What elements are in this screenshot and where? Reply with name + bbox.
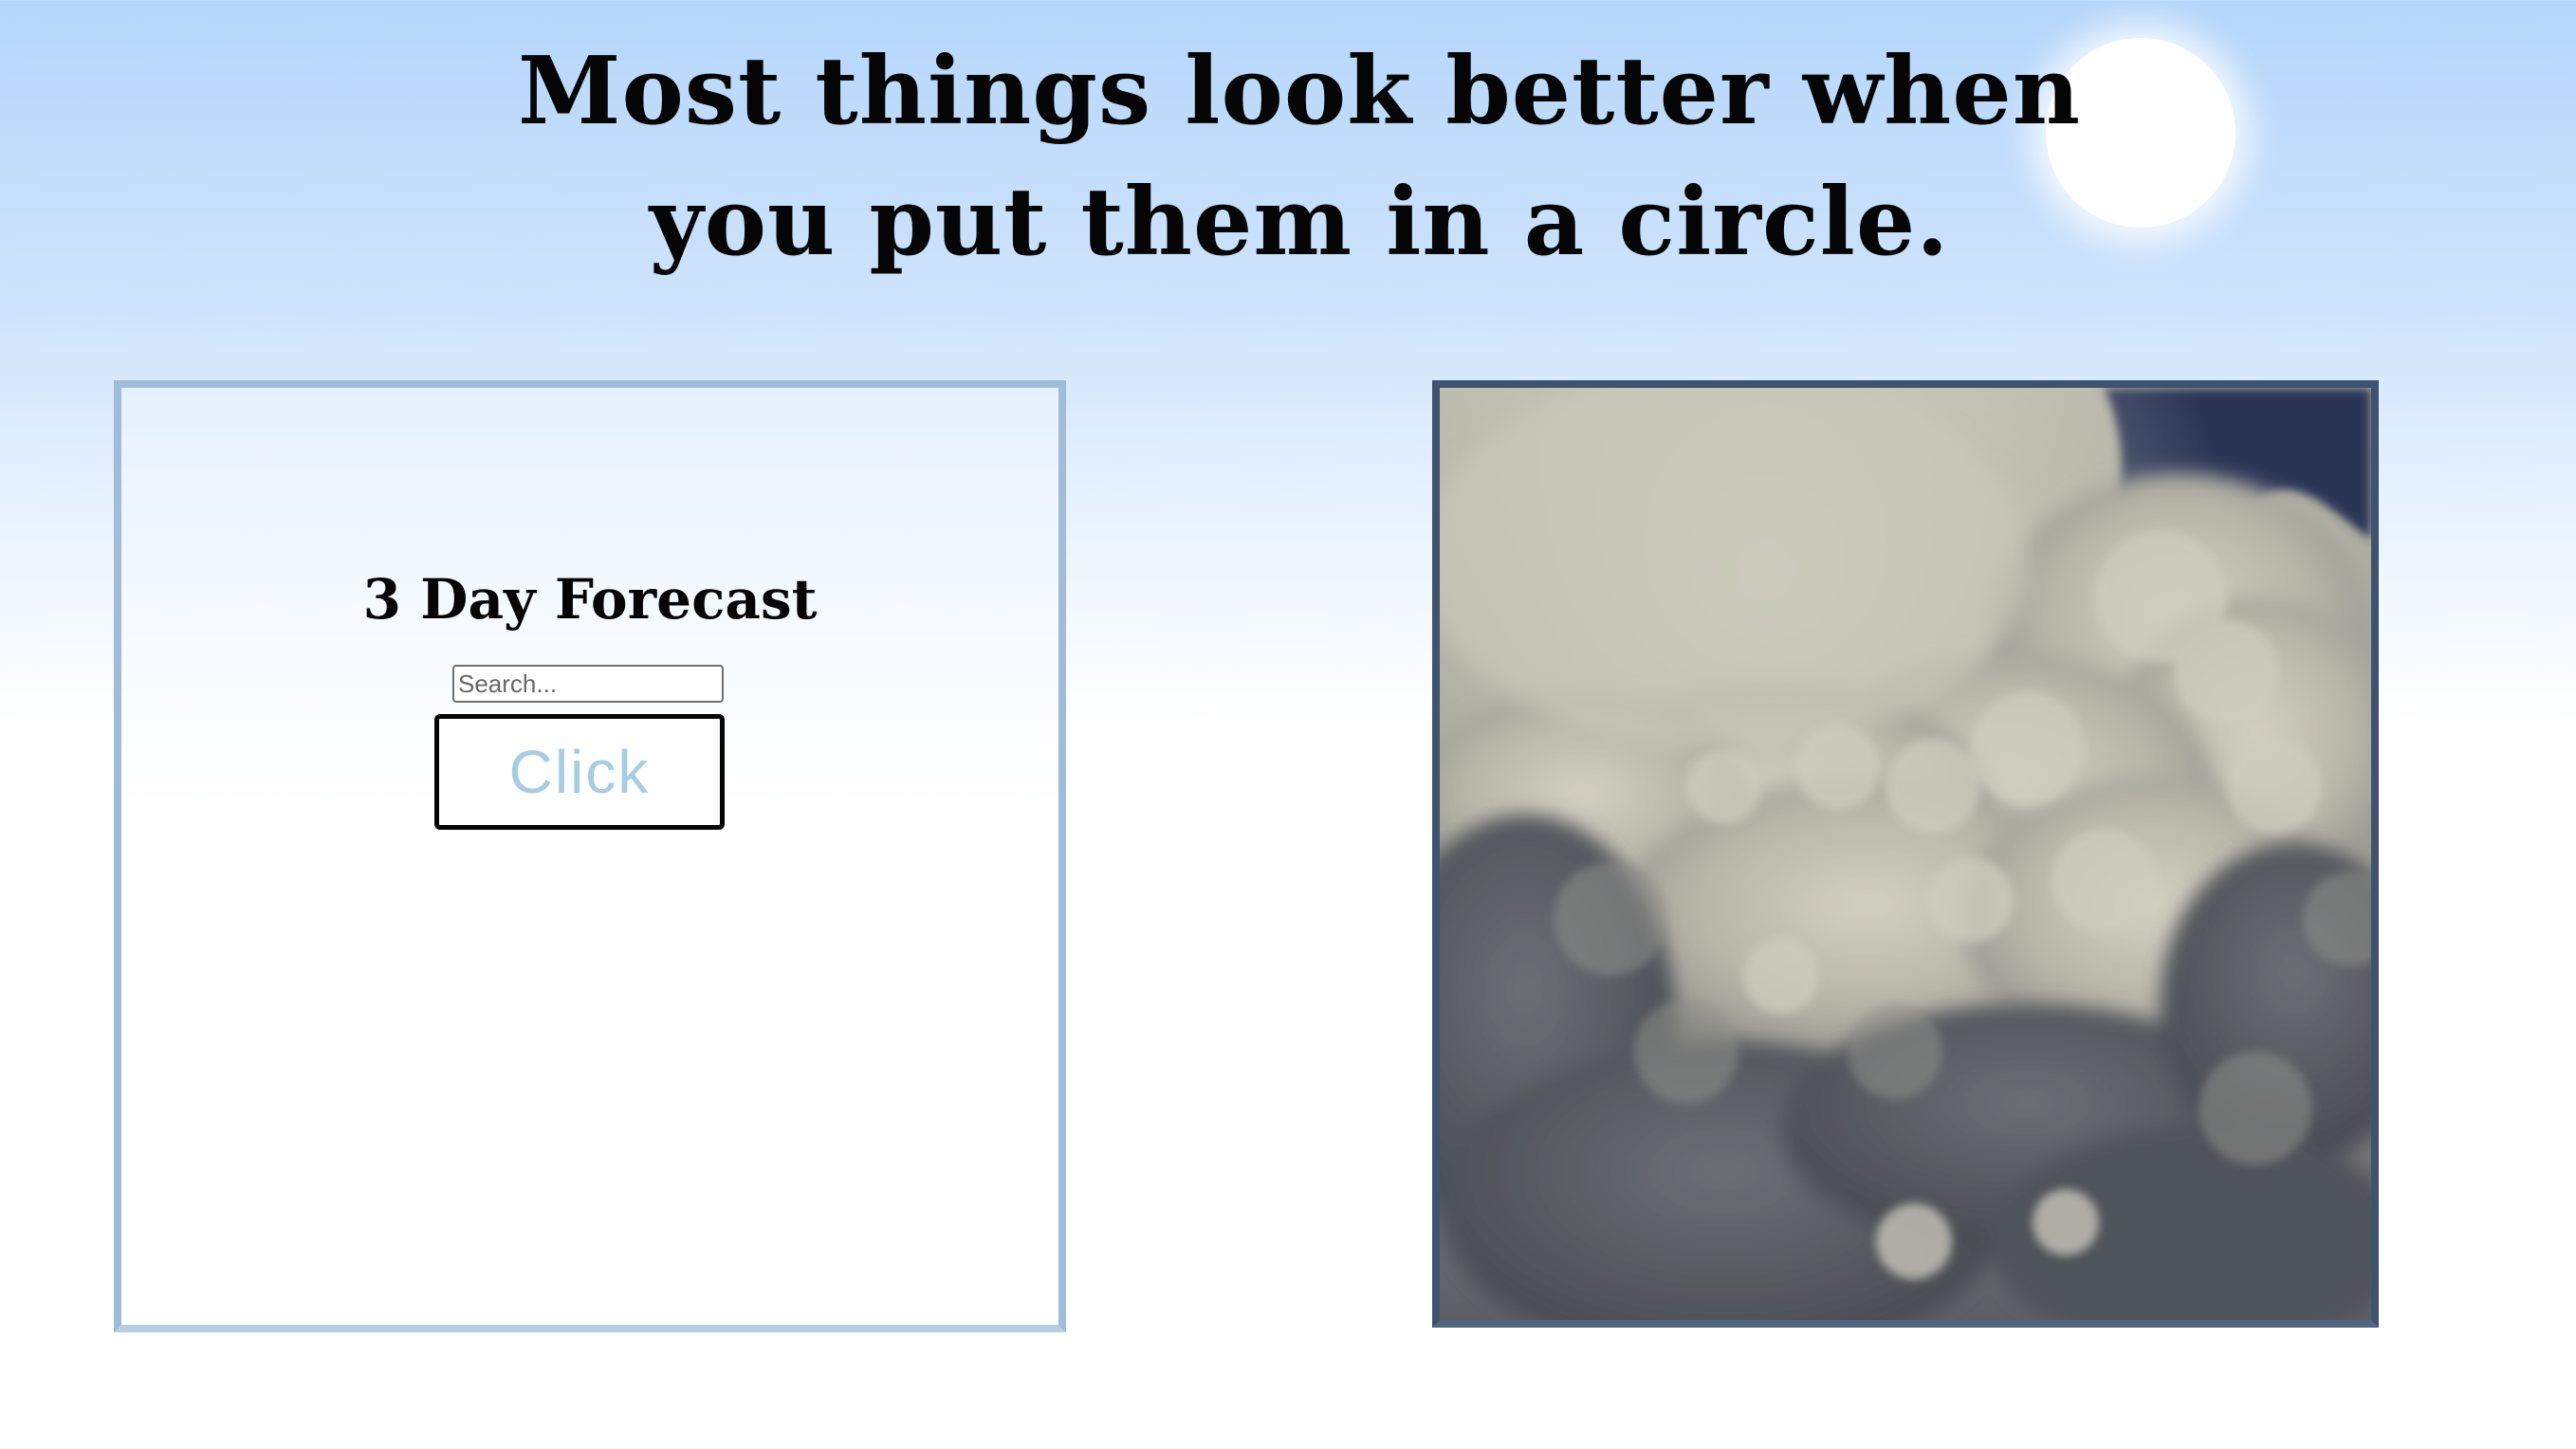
cloud-image-art	[1440, 388, 2371, 1320]
headline-line-1: Most things look better when	[518, 37, 2081, 146]
page-headline: Most things look better when you put the…	[0, 27, 2576, 288]
click-button[interactable]: Click	[434, 714, 725, 830]
search-input[interactable]	[452, 665, 724, 703]
cloud-image	[1432, 380, 2379, 1328]
forecast-title: 3 Day Forecast	[362, 567, 818, 632]
forecast-panel: 3 Day Forecast Click	[114, 380, 1066, 1332]
headline-line-2: you put them in a circle.	[649, 168, 1950, 277]
